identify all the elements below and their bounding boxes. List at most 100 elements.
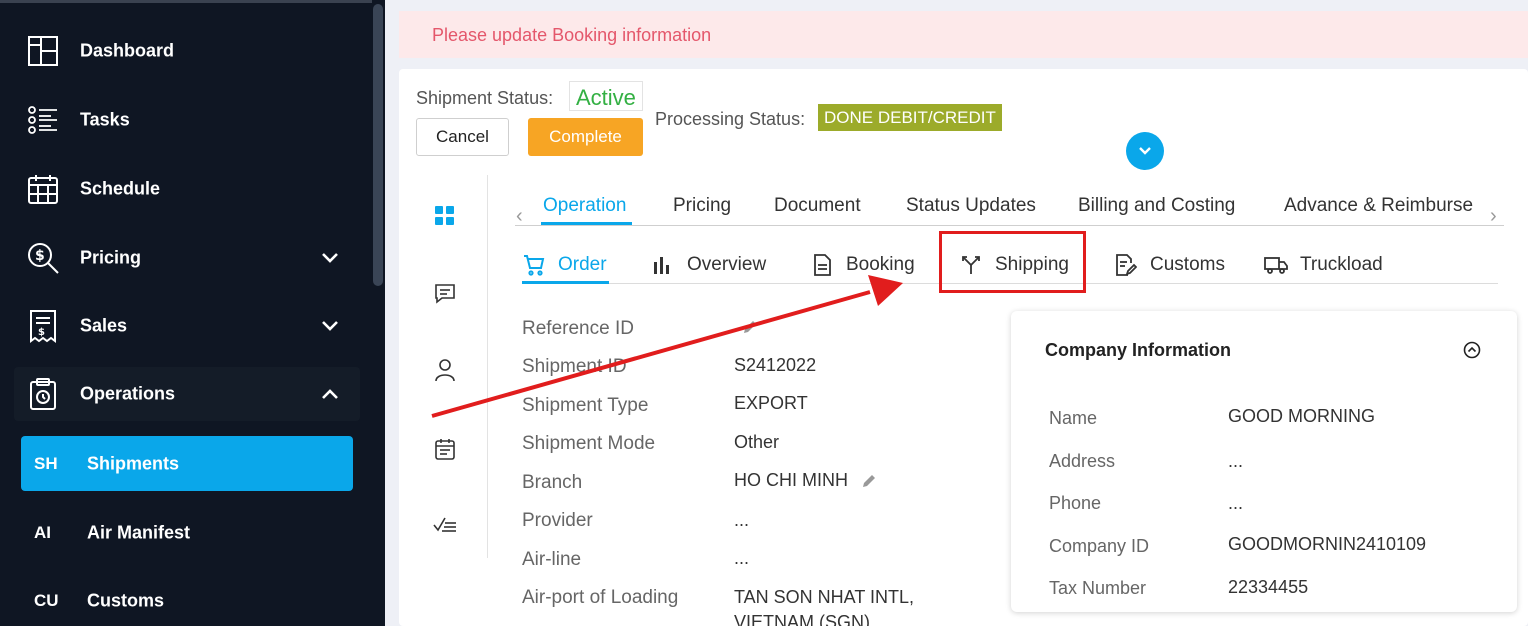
company-label-address: Address (1049, 451, 1116, 471)
subtab-label: Customs (1150, 254, 1225, 275)
subitem-abbr: AI (34, 522, 51, 542)
pencil-icon[interactable] (861, 473, 877, 489)
rail-divider (487, 175, 488, 558)
sidebar-item-dashboard[interactable]: Dashboard (14, 24, 360, 78)
collapse-circle-icon[interactable] (1462, 340, 1482, 360)
tabs-divider (515, 225, 1504, 226)
company-value-address: ... (1228, 451, 1244, 471)
tab-pricing[interactable]: Pricing (673, 195, 731, 217)
subtab-label: Truckload (1300, 254, 1383, 275)
subtab-booking[interactable]: Booking (810, 250, 915, 280)
processing-status-label: Processing Status: (655, 109, 806, 129)
alert-banner: Please update Booking information (399, 11, 1528, 58)
field-label-shipment-type: Shipment Type (522, 395, 649, 416)
subitem-label: Air Manifest (87, 522, 191, 542)
subtab-truckload[interactable]: Truckload (1264, 250, 1383, 280)
calendar-icon (26, 172, 60, 206)
annotation-highlight-box (939, 231, 1086, 293)
field-value-shipment-type: EXPORT (734, 393, 808, 413)
field-label-airport-of-loading: Air-port of Loading (522, 587, 679, 608)
operations-icon (26, 377, 60, 411)
tab-operation[interactable]: Operation (543, 195, 626, 217)
subitem-label: Customs (87, 590, 165, 610)
sidebar-subitem-customs[interactable]: CU Customs (21, 573, 353, 626)
tasks-icon (26, 103, 60, 137)
sidebar-item-schedule[interactable]: Schedule (14, 162, 360, 216)
checklist-icon[interactable] (432, 512, 458, 538)
subtab-active-indicator (522, 281, 609, 284)
svg-text:$: $ (35, 248, 45, 264)
field-label-branch: Branch (522, 472, 583, 493)
subtab-label: Overview (687, 254, 767, 275)
pricing-icon: $ (26, 241, 60, 275)
field-value-branch: HO CHI MINH (734, 470, 877, 491)
field-label-provider: Provider (522, 510, 593, 531)
company-label-phone: Phone (1049, 493, 1102, 513)
tab-advance-reimburse[interactable]: Advance & Reimburse (1284, 195, 1473, 217)
sidebar-item-label: Tasks (80, 109, 130, 130)
sidebar-top-border (0, 0, 372, 3)
field-value-airline: ... (734, 548, 750, 568)
cart-icon (522, 253, 546, 277)
complete-button[interactable]: Complete (528, 118, 643, 156)
sidebar-item-sales[interactable]: $ Sales (14, 299, 360, 353)
shipment-status-label: Shipment Status: (416, 88, 554, 108)
company-label-name: Name (1049, 408, 1098, 428)
processing-status-badge: DONE DEBIT/CREDIT (818, 104, 1002, 131)
field-value-airport-of-loading-line2: VIETNAM (SGN) (734, 612, 871, 626)
company-value-phone: ... (1228, 493, 1244, 513)
field-label-reference-id: Reference ID (522, 318, 634, 339)
pencil-icon[interactable] (742, 319, 758, 335)
sidebar-subitem-air-manifest[interactable]: AI Air Manifest (21, 505, 353, 560)
field-label-shipment-mode: Shipment Mode (522, 433, 656, 454)
subtab-label: Booking (846, 254, 915, 275)
sidebar-item-operations[interactable]: Operations (14, 367, 360, 421)
subtab-overview[interactable]: Overview (651, 250, 766, 280)
field-value-reference-id (734, 316, 758, 337)
comment-icon[interactable] (432, 280, 458, 306)
sidebar-scrollbar[interactable] (373, 4, 383, 286)
sales-icon: $ (26, 309, 60, 343)
sidebar-item-tasks[interactable]: Tasks (14, 93, 360, 147)
chevron-up-icon (322, 389, 338, 399)
chevron-down-icon (322, 253, 338, 263)
user-icon[interactable] (432, 357, 458, 383)
sidebar-item-label: Dashboard (80, 40, 175, 61)
sidebar-subitem-shipments[interactable]: SH Shipments (21, 436, 353, 491)
company-label-tax-number: Tax Number (1049, 578, 1147, 598)
subitem-label: Shipments (87, 453, 180, 473)
subtab-order[interactable]: Order (522, 250, 607, 280)
field-label-airline: Air-line (522, 549, 582, 570)
company-value-name: GOOD MORNING (1228, 406, 1375, 426)
grid-icon[interactable] (432, 203, 458, 229)
edit-document-icon (1114, 253, 1138, 277)
branch-value: HO CHI MINH (734, 470, 848, 490)
company-value-tax-number: 22334455 (1228, 577, 1309, 597)
company-value-company-id: GOODMORNIN2410109 (1228, 534, 1427, 554)
tab-status-updates[interactable]: Status Updates (906, 195, 1036, 217)
field-value-provider: ... (734, 510, 750, 530)
calendar-icon[interactable] (432, 436, 458, 462)
company-card-title: Company Information (1045, 340, 1232, 360)
document-icon (810, 253, 834, 277)
subitem-abbr: SH (34, 453, 58, 473)
company-label-company-id: Company ID (1049, 536, 1150, 556)
chevron-down-icon (322, 321, 338, 331)
cancel-button[interactable]: Cancel (416, 118, 509, 156)
svg-text:$: $ (38, 327, 45, 338)
chevron-down-icon (1139, 147, 1151, 155)
expand-button[interactable] (1126, 132, 1164, 170)
subtab-customs[interactable]: Customs (1114, 250, 1225, 280)
shipment-status-value: Active (569, 81, 643, 111)
dashboard-icon (26, 34, 60, 68)
truck-icon (1264, 253, 1288, 277)
subitem-abbr: CU (34, 590, 59, 610)
tab-document[interactable]: Document (774, 195, 861, 217)
tab-billing-and-costing[interactable]: Billing and Costing (1078, 195, 1235, 217)
field-value-shipment-id: S2412022 (734, 355, 817, 375)
field-label-shipment-id: Shipment ID (522, 356, 627, 377)
sidebar-item-label: Pricing (80, 247, 142, 268)
sidebar-item-pricing[interactable]: $ Pricing (14, 231, 360, 285)
field-value-shipment-mode: Other (734, 432, 780, 452)
sidebar: Dashboard Tasks Schedule $ Pricing $ Sal… (0, 0, 385, 626)
